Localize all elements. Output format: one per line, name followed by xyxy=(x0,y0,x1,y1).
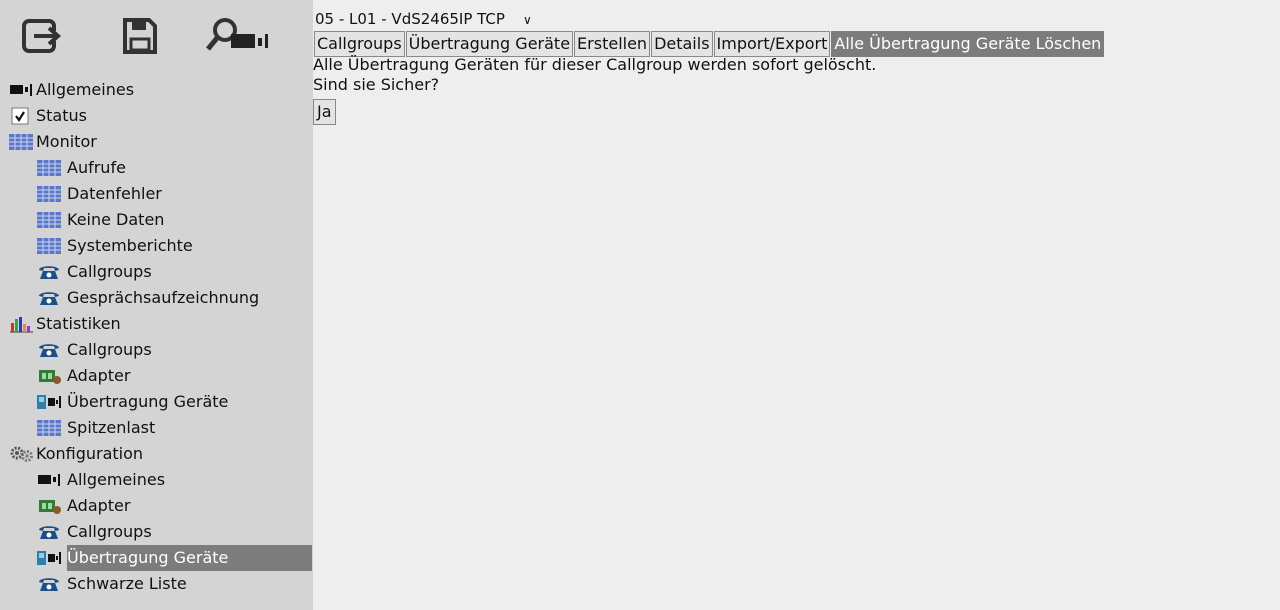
device-select-value: 05 - L01 - VdS2465IP TCP xyxy=(315,10,505,28)
tab-import-export[interactable]: Import/Export xyxy=(713,31,831,57)
save-icon xyxy=(123,18,157,54)
sidebar-item-label: Callgroups xyxy=(67,262,152,281)
sidebar-item-label: Keine Daten xyxy=(67,210,165,229)
grid-icon xyxy=(36,419,62,437)
sidebar-item-schwarze-liste[interactable]: Schwarze Liste xyxy=(0,571,313,597)
phone-icon xyxy=(36,341,62,359)
sidebar-item-monitor[interactable]: Monitor xyxy=(0,129,313,155)
grid-icon xyxy=(8,133,34,151)
adapter-icon xyxy=(36,497,62,515)
sidebar-item-status[interactable]: Status xyxy=(0,103,313,129)
tab-callgroups[interactable]: Callgroups xyxy=(314,31,405,57)
search-icon xyxy=(206,18,268,51)
sidebar-item-label: Callgroups xyxy=(67,340,152,359)
sidebar-item-label: Schwarze Liste xyxy=(67,574,187,593)
sidebar-item-spitzenlast[interactable]: Spitzenlast xyxy=(0,415,313,441)
adapter-icon xyxy=(36,367,62,385)
sidebar-item-label: Übertragung Geräte xyxy=(67,392,229,411)
sidebar-item-ubertragung-gerate[interactable]: Übertragung Geräte xyxy=(0,545,313,571)
bar-chart-icon xyxy=(8,315,34,333)
sidebar-item-label: Monitor xyxy=(36,132,97,151)
grid-icon xyxy=(36,237,62,255)
sidebar-item-label: Adapter xyxy=(67,496,131,515)
tab-bar: Callgroups Übertragung Geräte Erstellen Det… xyxy=(314,31,1105,57)
device-icon xyxy=(8,81,34,99)
phone-icon xyxy=(36,523,62,541)
grid-icon xyxy=(36,185,62,203)
sidebar-item-statistiken[interactable]: Statistiken xyxy=(0,311,313,337)
phone-icon xyxy=(36,575,62,593)
chevron-down-icon: ∨ xyxy=(522,13,532,27)
search-device-button[interactable] xyxy=(205,16,275,56)
confirm-question: Sind sie Sicher? xyxy=(313,75,440,94)
tab-erstellen[interactable]: Erstellen xyxy=(574,31,651,57)
sidebar-item-label: Übertragung Geräte xyxy=(67,545,312,571)
save-button[interactable] xyxy=(115,16,165,56)
nav-tree: Allgemeines Status Monitor Aufrufe Datenfehl… xyxy=(0,77,313,597)
gears-icon xyxy=(8,445,34,463)
sidebar-item-label: Gesprächsaufzeichnung xyxy=(67,288,260,307)
sidebar-item-label: Spitzenlast xyxy=(67,418,156,437)
tab-uebertragung-geraete[interactable]: Übertragung Geräte xyxy=(405,31,574,57)
sidebar-item-allgemeines[interactable]: Allgemeines xyxy=(0,467,313,493)
sidebar-item-adapter[interactable]: Adapter xyxy=(0,493,313,519)
tab-delete-all-devices[interactable]: Alle Übertragung Geräte Löschen xyxy=(831,31,1105,57)
checkbox-icon xyxy=(8,107,34,125)
logout-button[interactable] xyxy=(20,16,70,56)
sidebar-item-label: Status xyxy=(36,106,87,125)
sidebar-item-ubertragung-gerate[interactable]: Übertragung Geräte xyxy=(0,389,313,415)
device-icon xyxy=(36,471,62,489)
tab-details[interactable]: Details xyxy=(651,31,713,57)
sidebar: Allgemeines Status Monitor Aufrufe Datenfehl… xyxy=(0,0,313,610)
sidebar-item-callgroups[interactable]: Callgroups xyxy=(0,337,313,363)
sidebar-item-keine-daten[interactable]: Keine Daten xyxy=(0,207,313,233)
sidebar-item-label: Aufrufe xyxy=(67,158,126,177)
sidebar-item-label: Konfiguration xyxy=(36,444,144,463)
sidebar-item-label: Statistiken xyxy=(36,314,121,333)
grid-icon xyxy=(36,211,62,229)
device-select[interactable]: 05 - L01 - VdS2465IP TCP ∨ xyxy=(315,8,532,30)
sidebar-item-callgroups[interactable]: Callgroups xyxy=(0,259,313,285)
transfer-device-icon xyxy=(36,549,62,567)
phone-icon xyxy=(36,263,62,281)
yes-button[interactable]: Ja xyxy=(313,99,336,125)
sidebar-item-label: Allgemeines xyxy=(36,80,135,99)
warning-message: Alle Übertragung Geräten für dieser Call… xyxy=(313,55,877,74)
sidebar-item-label: Adapter xyxy=(67,366,131,385)
sidebar-item-gesprachsaufzeichnung[interactable]: Gesprächsaufzeichnung xyxy=(0,285,313,311)
sidebar-item-systemberichte[interactable]: Systemberichte xyxy=(0,233,313,259)
sidebar-item-aufrufe[interactable]: Aufrufe xyxy=(0,155,313,181)
sidebar-item-label: Datenfehler xyxy=(67,184,162,203)
sidebar-item-label: Allgemeines xyxy=(67,470,166,489)
sidebar-item-label: Systemberichte xyxy=(67,236,193,255)
phone-icon xyxy=(36,289,62,307)
sidebar-item-label: Callgroups xyxy=(67,522,152,541)
sidebar-item-konfiguration[interactable]: Konfiguration xyxy=(0,441,313,467)
sidebar-item-callgroups[interactable]: Callgroups xyxy=(0,519,313,545)
logout-icon xyxy=(22,19,62,53)
grid-icon xyxy=(36,159,62,177)
sidebar-item-datenfehler[interactable]: Datenfehler xyxy=(0,181,313,207)
transfer-device-icon xyxy=(36,393,62,411)
sidebar-item-allgemeines[interactable]: Allgemeines xyxy=(0,77,313,103)
sidebar-item-adapter[interactable]: Adapter xyxy=(0,363,313,389)
